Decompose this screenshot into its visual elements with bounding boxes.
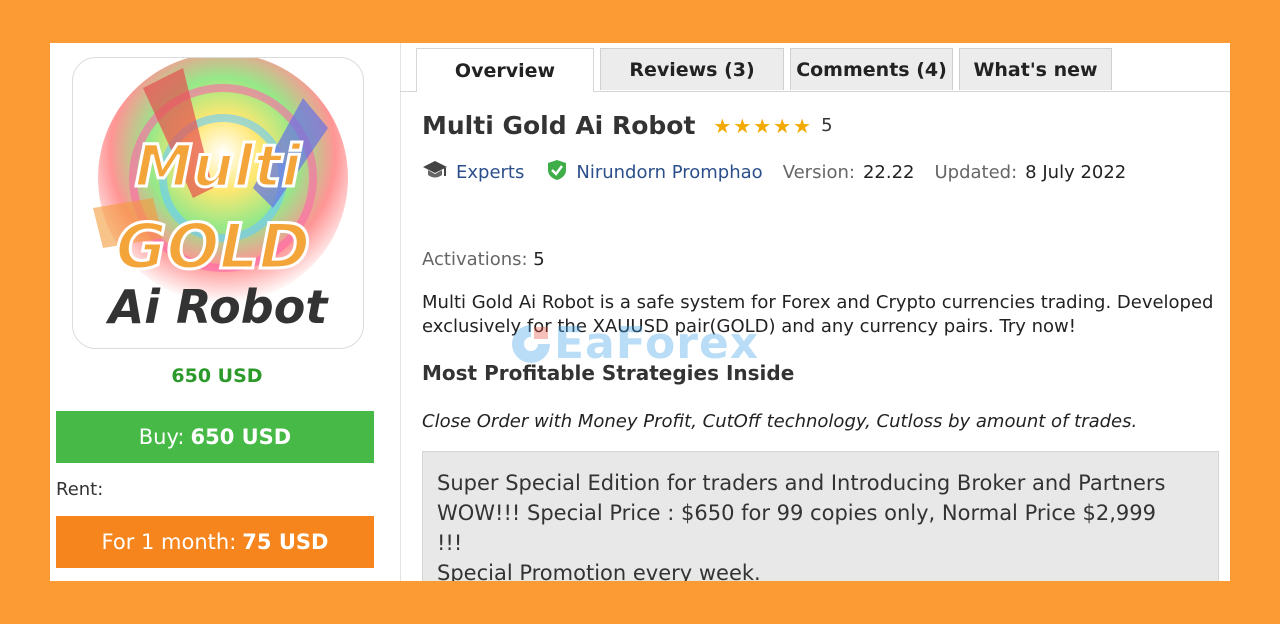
version-label: Version: [782,162,855,183]
buy-button-amount: 650 USD [190,425,292,449]
activations-label: Activations: [422,249,528,270]
tab-overview[interactable]: Overview [416,48,594,92]
tab-bar: Overview Reviews (3) Comments (4) What's… [400,43,1230,92]
rating-stars-icon: ★★★★★ [713,113,814,138]
category-link[interactable]: Experts [456,162,524,183]
rent-button-amount: 75 USD [242,530,329,554]
promo-line-2: WOW!!! Special Price : $650 for 99 copie… [437,501,1156,555]
logo-text-airobot: Ai Robot [106,280,330,334]
tab-reviews[interactable]: Reviews (3) [600,48,784,90]
promo-line-3: Special Promotion every week. [437,561,761,581]
product-logo: Multi GOLD Ai Robot [72,57,364,349]
rating-value: 5 [821,115,833,136]
product-sidebar: Multi GOLD Ai Robot 650 USD Buy: 650 USD… [50,43,401,581]
logo-text-multi: Multi [135,132,303,200]
buy-button-label: Buy: [138,425,185,449]
strategies-heading: Most Profitable Strategies Inside [422,361,795,385]
logo-text-gold: GOLD [116,210,311,283]
rent-button[interactable]: For 1 month: 75 USD [56,516,374,568]
activations: Activations: 5 [422,249,545,270]
updated-label: Updated: [934,162,1018,183]
tab-comments[interactable]: Comments (4) [790,48,953,90]
product-title: Multi Gold Ai Robot [422,111,696,140]
product-description: Multi Gold Ai Robot is a safe system for… [422,292,1214,337]
title-row: Multi Gold Ai Robot ★★★★★ 5 [422,111,833,140]
promo-box: Super Special Edition for traders and In… [422,451,1219,581]
verified-shield-icon [546,159,568,186]
rent-button-label: For 1 month: [101,530,237,554]
tab-whats-new[interactable]: What's new [959,48,1112,90]
buy-button[interactable]: Buy: 650 USD [56,411,374,463]
features-text: Close Order with Money Profit, CutOff te… [422,411,1138,432]
rent-label: Rent: [56,479,104,500]
product-panel: Multi GOLD Ai Robot 650 USD Buy: 650 USD… [50,43,1230,581]
updated-value: 8 July 2022 [1025,162,1127,183]
graduation-cap-icon [422,159,448,186]
product-price: 650 USD [171,365,263,387]
author-link[interactable]: Nirundorn Promphao [576,162,762,183]
promo-line-1: Super Special Edition for traders and In… [437,471,1166,495]
product-meta: Experts Nirundorn Promphao Version: 22.2… [422,159,1126,186]
version-value: 22.22 [862,162,915,183]
activations-value: 5 [533,249,545,270]
